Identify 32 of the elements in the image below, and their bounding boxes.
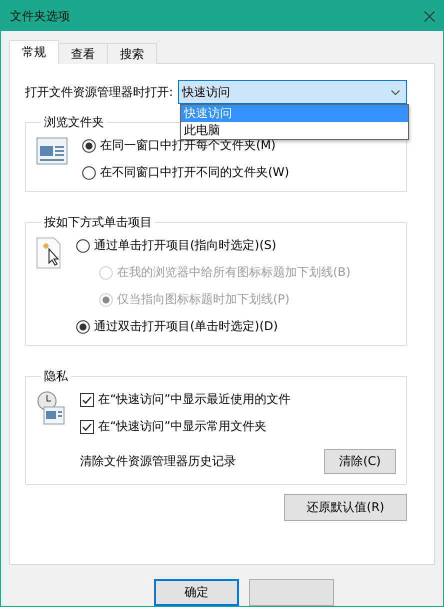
radio-label[interactable]: 通过双击打开项目(单击时选定)(D) bbox=[94, 318, 278, 335]
document-pointer-icon bbox=[36, 237, 62, 269]
open-with-label: 打开文件资源管理器时打开: bbox=[25, 84, 174, 100]
radio-label[interactable]: 在不同窗口中打开不同的文件夹(W) bbox=[100, 164, 290, 181]
tab[interactable]: 常规 bbox=[9, 40, 59, 64]
dropdown-value: 快速访问 bbox=[182, 84, 230, 100]
clock-document-icon bbox=[36, 391, 66, 425]
checkbox[interactable] bbox=[80, 420, 94, 434]
ok-button[interactable]: 确定 bbox=[154, 579, 239, 606]
close-icon[interactable] bbox=[424, 10, 435, 22]
folder-window-icon bbox=[36, 137, 68, 165]
dropdown-option[interactable]: 此电脑 bbox=[181, 122, 408, 139]
radio-button[interactable] bbox=[76, 320, 90, 334]
radio-button[interactable] bbox=[82, 166, 96, 180]
radio-button[interactable] bbox=[82, 138, 96, 152]
clear-history-label: 清除文件资源管理器历史记录 bbox=[80, 453, 236, 470]
clear-button[interactable]: 清除(C) bbox=[324, 449, 396, 474]
checkbox-label[interactable]: 在“快速访问”中显示常用文件夹 bbox=[98, 418, 266, 435]
chevron-down-icon bbox=[391, 90, 400, 94]
group-title: 隐私 bbox=[43, 368, 69, 385]
group-title: 浏览文件夹 bbox=[43, 114, 105, 131]
window-title: 文件夹选项 bbox=[10, 8, 70, 24]
open-with-dropdown[interactable]: 快速访问 bbox=[178, 80, 407, 104]
tab[interactable]: 查看 bbox=[58, 43, 108, 64]
radio-label[interactable]: 在同一窗口中打开每个文件夹(M) bbox=[100, 137, 276, 154]
tab[interactable]: 搜索 bbox=[107, 43, 157, 64]
checkbox-label[interactable]: 在“快速访问”中显示最近使用的文件 bbox=[98, 391, 290, 408]
restore-defaults-button[interactable]: 还原默认值(R) bbox=[284, 494, 407, 521]
radio-label[interactable]: 通过单击打开项目(指向时选定)(S) bbox=[94, 237, 276, 254]
group-title: 按如下方式单击项目 bbox=[43, 214, 153, 231]
radio-button[interactable] bbox=[76, 238, 90, 252]
checkbox[interactable] bbox=[80, 392, 94, 406]
